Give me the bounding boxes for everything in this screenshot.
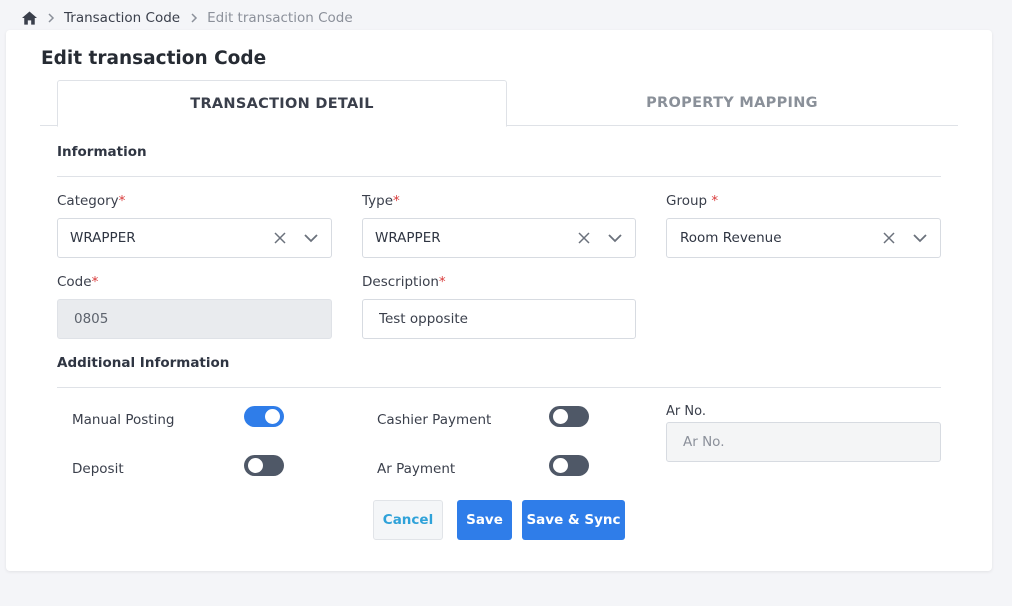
toggle-knob — [248, 458, 263, 473]
manual-posting-label: Manual Posting — [72, 412, 175, 428]
chevron-down-icon[interactable] — [608, 233, 622, 243]
save-and-sync-button[interactable]: Save & Sync — [522, 500, 625, 540]
chevron-right-icon — [48, 13, 55, 23]
toggle-knob — [265, 409, 280, 424]
cancel-button[interactable]: Cancel — [373, 500, 443, 540]
category-value: WRAPPER — [70, 230, 136, 246]
section-title-information: Information — [57, 144, 147, 160]
save-button[interactable]: Save — [457, 500, 512, 540]
manual-posting-toggle[interactable] — [244, 406, 284, 427]
description-input[interactable] — [362, 299, 636, 339]
breadcrumb-item-transaction-code[interactable]: Transaction Code — [64, 10, 180, 26]
ar-no-label: Ar No. — [666, 404, 706, 419]
divider — [57, 176, 941, 177]
deposit-toggle[interactable] — [244, 455, 284, 476]
cashier-payment-toggle[interactable] — [549, 406, 589, 427]
group-select[interactable]: Room Revenue — [666, 218, 941, 258]
home-icon[interactable] — [22, 11, 37, 25]
chevron-down-icon[interactable] — [913, 233, 927, 243]
divider — [57, 387, 941, 388]
type-select[interactable]: WRAPPER — [362, 218, 636, 258]
tab-property-mapping[interactable]: PROPERTY MAPPING — [507, 80, 957, 126]
section-title-additional-information: Additional Information — [57, 355, 230, 371]
toggle-knob — [553, 458, 568, 473]
group-label: Group * — [666, 193, 719, 209]
ar-payment-toggle[interactable] — [549, 455, 589, 476]
group-value: Room Revenue — [680, 230, 782, 246]
category-label: Category* — [57, 193, 126, 209]
type-value: WRAPPER — [375, 230, 441, 246]
chevron-right-icon — [191, 13, 198, 23]
code-input — [57, 299, 332, 339]
cashier-payment-label: Cashier Payment — [377, 412, 492, 428]
clear-icon[interactable] — [274, 232, 286, 244]
toggle-knob — [553, 409, 568, 424]
type-label: Type* — [362, 193, 400, 209]
page-title: Edit transaction Code — [41, 48, 267, 69]
chevron-down-icon[interactable] — [304, 233, 318, 243]
clear-icon[interactable] — [883, 232, 895, 244]
breadcrumb-item-current: Edit transaction Code — [207, 10, 353, 26]
clear-icon[interactable] — [578, 232, 590, 244]
tab-bar: TRANSACTION DETAIL PROPERTY MAPPING — [40, 80, 958, 127]
code-label: Code* — [57, 274, 99, 290]
ar-no-input[interactable] — [666, 422, 941, 462]
ar-payment-label: Ar Payment — [377, 461, 456, 477]
breadcrumb: Transaction Code Edit transaction Code — [22, 9, 353, 27]
description-label: Description* — [362, 274, 446, 290]
deposit-label: Deposit — [72, 461, 124, 477]
edit-form-card: Edit transaction Code TRANSACTION DETAIL… — [6, 30, 992, 571]
tab-transaction-detail[interactable]: TRANSACTION DETAIL — [57, 80, 507, 127]
category-select[interactable]: WRAPPER — [57, 218, 332, 258]
